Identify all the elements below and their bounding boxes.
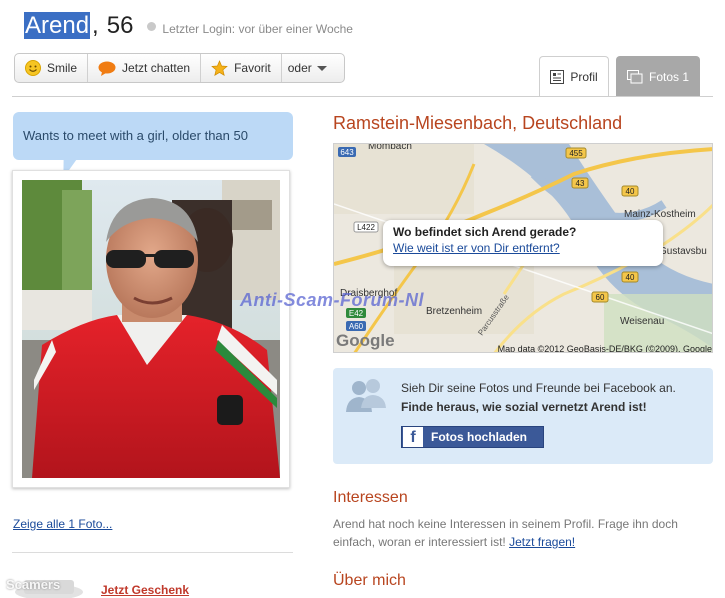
smiley-icon [25, 60, 41, 76]
action-bar: Smile Jetzt chatten Favorit oder [14, 53, 345, 83]
tab-photos[interactable]: Fotos 1 [616, 56, 700, 97]
forum-watermark: Anti-Scam-Forum-Nl [240, 290, 424, 310]
star-icon [211, 59, 228, 77]
interests-title: Interessen [333, 489, 408, 506]
online-status-dot [147, 22, 157, 31]
road-badge-643: 643 [340, 148, 354, 157]
profile-header: Arend, 56 Letzter Login: vor über einer W… [24, 12, 353, 44]
profile-age: 56 [106, 12, 134, 39]
google-logo: Google [336, 331, 395, 350]
profile-card-icon [550, 70, 565, 84]
show-all-photos-link[interactable]: Zeige alle 1 Foto... [13, 517, 112, 531]
chat-bubble-icon [98, 61, 116, 76]
smile-label: Smile [47, 61, 78, 75]
more-label: oder [287, 61, 312, 75]
profile-photo-frame[interactable] [12, 170, 290, 488]
map-label-bretzenheim: Bretzenheim [426, 306, 482, 317]
facebook-box: Sieh Dir seine Fotos und Freunde bei Fac… [333, 368, 713, 464]
map-label-gustavsburg: Gustavsbu [659, 246, 707, 257]
road-badge-60: 60 [596, 293, 605, 302]
interests-body: Arend hat noch keine Interessen in seine… [333, 517, 678, 549]
road-badge-a60: A60 [349, 322, 364, 331]
facebook-upload-button[interactable]: f Fotos hochladen [401, 426, 544, 448]
location-title: Ramstein-Miesenbach, Deutschland [333, 113, 623, 133]
facebook-line2: Finde heraus, wie sozial vernetzt Arend … [401, 400, 647, 414]
tab-divider [12, 96, 713, 97]
road-badge-40b: 40 [626, 273, 635, 282]
road-badge-43: 43 [576, 179, 585, 188]
road-badge-l422: L422 [357, 223, 375, 232]
favorite-label: Favorit [234, 61, 271, 75]
map-attribution: Map data ©2012 GeoBasis-DE/BKG (©2009), … [498, 344, 712, 353]
age-separator: , [92, 12, 99, 39]
smile-button[interactable]: Smile [15, 54, 89, 82]
interests-text: Arend hat noch keine Interessen in seine… [333, 515, 713, 551]
left-divider [12, 552, 293, 553]
map-popup: Wo befindet sich Arend gerade? Wie weit … [383, 220, 663, 266]
tab-photos-label: Fotos 1 [648, 69, 690, 84]
map-label-weisenau: Weisenau [620, 316, 664, 327]
facebook-icon: f [403, 427, 423, 447]
profile-page: Arend, 56 Letzter Login: vor über einer W… [0, 0, 725, 598]
map-distance-link[interactable]: Wie weit ist er von Dir entfernt? [393, 241, 653, 255]
chat-button[interactable]: Jetzt chatten [88, 54, 202, 82]
favorite-button[interactable]: Favorit [201, 54, 282, 82]
ask-now-link[interactable]: Jetzt fragen! [509, 535, 575, 549]
corner-watermark: Scamers [6, 577, 61, 592]
people-icon [343, 378, 389, 414]
road-badge-40: 40 [626, 187, 635, 196]
gift-link[interactable]: Jetzt Geschenk [101, 583, 189, 597]
more-dropdown[interactable]: oder [282, 54, 333, 82]
road-badge-455: 455 [569, 149, 583, 158]
last-login-text: Letzter Login: vor über einer Woche [162, 22, 353, 36]
chat-label: Jetzt chatten [122, 61, 191, 75]
tab-profile[interactable]: Profil [539, 56, 609, 97]
facebook-line1: Sieh Dir seine Fotos und Freunde bei Fac… [401, 381, 676, 395]
photos-icon [626, 69, 643, 84]
map-popup-question: Wo befindet sich Arend gerade? [393, 225, 577, 239]
map-label-mombach: Mombach [368, 144, 412, 152]
about-title: Über mich [333, 572, 406, 589]
tab-profile-label: Profil [570, 70, 598, 84]
map-label-mainz-kostheim: Mainz-Kostheim [624, 209, 696, 220]
profile-photo[interactable] [22, 180, 280, 478]
chevron-down-icon [316, 65, 327, 71]
facebook-upload-label: Fotos hochladen [431, 430, 527, 444]
profile-name-text: Arend [24, 12, 91, 39]
status-bubble: Wants to meet with a girl, older than 50 [13, 112, 293, 160]
profile-name: Arend [24, 12, 91, 40]
